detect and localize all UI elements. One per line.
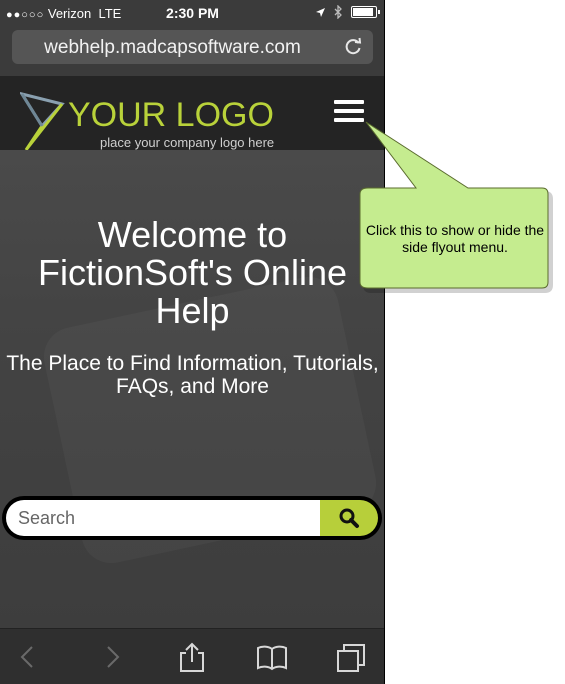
reload-icon[interactable] [343, 36, 363, 56]
forward-icon[interactable] [96, 641, 128, 673]
address-bar[interactable]: webhelp.madcapsoftware.com [12, 30, 373, 64]
bookmarks-icon[interactable] [256, 641, 288, 673]
browser-toolbar [0, 628, 384, 684]
browser-address-area: webhelp.madcapsoftware.com [0, 26, 384, 76]
location-arrow-icon [316, 7, 325, 17]
search-input[interactable] [6, 500, 320, 536]
hero-tagline: The Place to Find Information, Tutorials… [6, 352, 379, 398]
share-icon[interactable] [176, 641, 208, 673]
search-icon [339, 508, 359, 528]
battery-icon [351, 6, 380, 18]
logo-text: YOUR LOGO [68, 96, 274, 134]
callout-text: Click this to show or hide the side flyo… [365, 222, 545, 255]
bluetooth-icon [334, 5, 342, 19]
search-button[interactable] [320, 500, 378, 536]
back-icon[interactable] [12, 641, 44, 673]
url-text[interactable]: webhelp.madcapsoftware.com [12, 37, 333, 59]
menu-hamburger-icon[interactable] [334, 100, 364, 124]
status-bar: ●●○○○ Verizon LTE 2:30 PM [0, 0, 384, 26]
tabs-icon[interactable] [336, 641, 368, 673]
phone-screen: ●●○○○ Verizon LTE 2:30 PM webhelp.madcap… [0, 0, 385, 684]
hero-section: Welcome to FictionSoft's Online Help The… [0, 150, 384, 628]
welcome-title: Welcome to FictionSoft's Online Help [37, 214, 347, 331]
search-bar [2, 496, 382, 540]
status-icons [315, 5, 380, 19]
logo-subtext: place your company logo here [100, 135, 275, 150]
site-header: YOUR LOGO place your company logo here [0, 76, 384, 151]
logo-mark-icon [20, 91, 65, 151]
